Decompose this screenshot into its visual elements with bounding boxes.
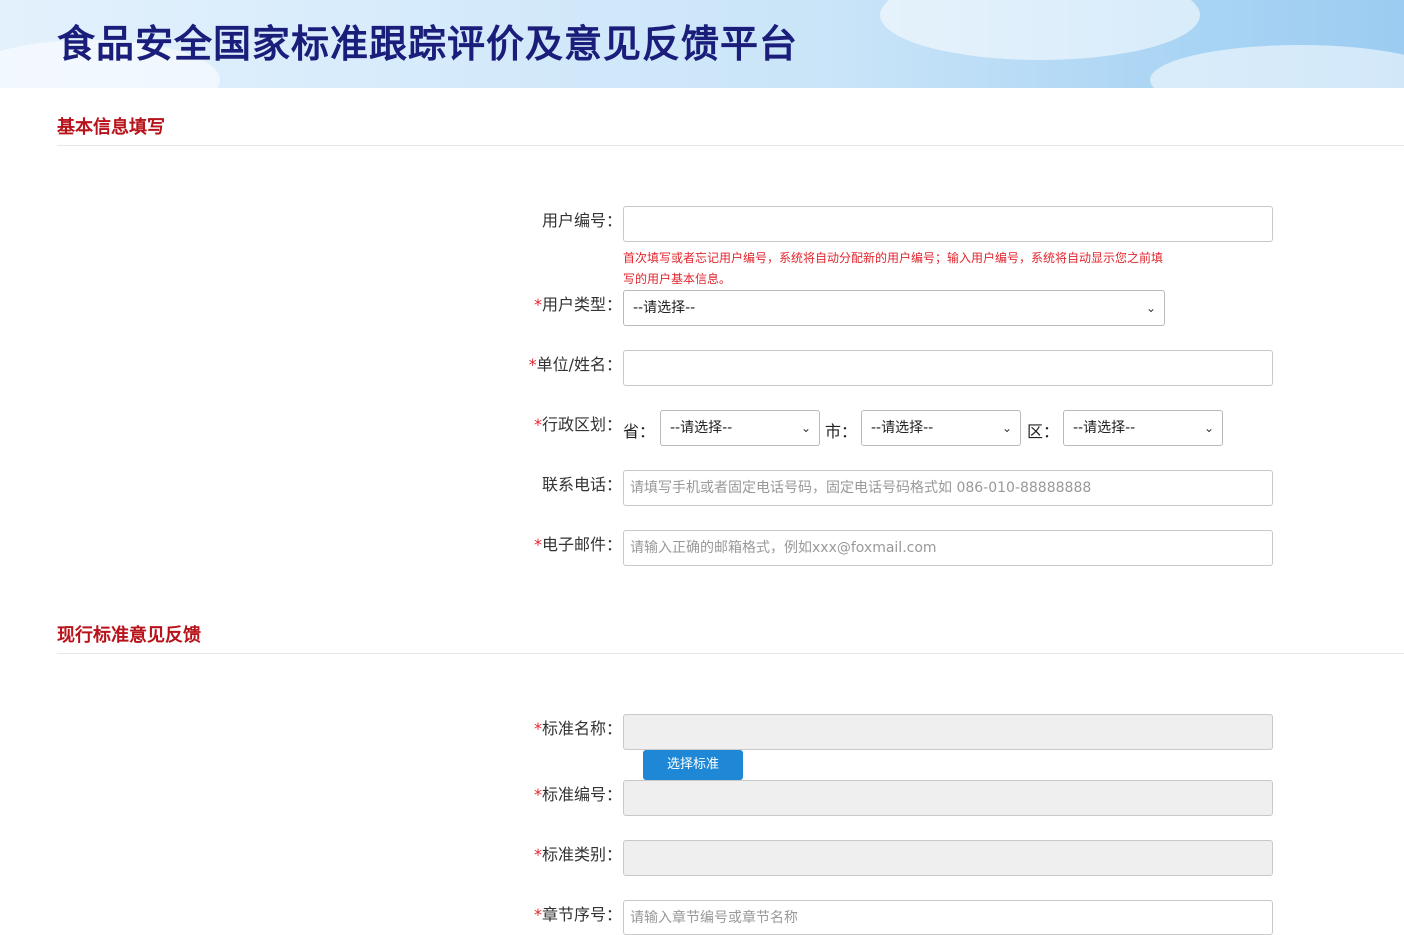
chevron-down-icon: ⌄ bbox=[1145, 301, 1156, 315]
chapter-input[interactable]: 请输入章节编号或章节名称 bbox=[623, 900, 1273, 935]
user-type-label: *用户类型： bbox=[533, 295, 622, 314]
email-label: *电子邮件： bbox=[533, 535, 622, 554]
phone-label: 联系电话： bbox=[541, 475, 622, 494]
page-title: 食品安全国家标准跟踪评价及意见反馈平台 bbox=[57, 22, 799, 66]
province-label: 省： bbox=[623, 422, 656, 441]
chevron-down-icon: ⌄ bbox=[1001, 421, 1012, 435]
org-name-label: *单位/姓名： bbox=[528, 355, 622, 374]
user-id-label: 用户编号： bbox=[541, 211, 622, 230]
section-title-feedback: 现行标准意见反馈 bbox=[57, 625, 201, 646]
user-id-input[interactable] bbox=[623, 206, 1273, 242]
org-name-input[interactable] bbox=[623, 350, 1273, 386]
email-input[interactable]: 请输入正确的邮箱格式，例如xxx@foxmail.com bbox=[623, 530, 1273, 566]
chevron-down-icon: ⌄ bbox=[1203, 421, 1214, 435]
user-type-select[interactable]: --请选择-- ⌄ bbox=[623, 290, 1165, 326]
city-select[interactable]: --请选择-- ⌄ bbox=[861, 410, 1021, 446]
standard-name-input bbox=[623, 714, 1273, 750]
standard-category-input bbox=[623, 840, 1273, 876]
district-label: 区： bbox=[1027, 422, 1060, 441]
cloud-decoration bbox=[1150, 45, 1404, 88]
province-select[interactable]: --请选择-- ⌄ bbox=[660, 410, 820, 446]
district-select[interactable]: --请选择-- ⌄ bbox=[1063, 410, 1223, 446]
user-id-hint: 首次填写或者忘记用户编号，系统将自动分配新的用户编号；输入用户编号，系统将自动显… bbox=[623, 251, 1164, 286]
cloud-decoration bbox=[880, 0, 1200, 60]
standard-name-label: *标准名称： bbox=[533, 719, 622, 738]
city-label: 市： bbox=[825, 422, 858, 441]
divider bbox=[57, 653, 1404, 654]
standard-number-label: *标准编号： bbox=[533, 785, 622, 804]
select-standard-button[interactable]: 选择标准 bbox=[643, 750, 743, 780]
header-banner: 食品安全国家标准跟踪评价及意见反馈平台 bbox=[0, 0, 1404, 88]
standard-category-label: *标准类别： bbox=[533, 845, 622, 864]
region-label: *行政区划： bbox=[533, 415, 622, 434]
phone-input[interactable]: 请填写手机或者固定电话号码，固定电话号码格式如 086-010-88888888 bbox=[623, 470, 1273, 506]
section-title-basic-info: 基本信息填写 bbox=[57, 117, 165, 138]
divider bbox=[57, 145, 1404, 146]
chevron-down-icon: ⌄ bbox=[800, 421, 811, 435]
chapter-label: *章节序号： bbox=[533, 905, 622, 924]
standard-number-input bbox=[623, 780, 1273, 816]
